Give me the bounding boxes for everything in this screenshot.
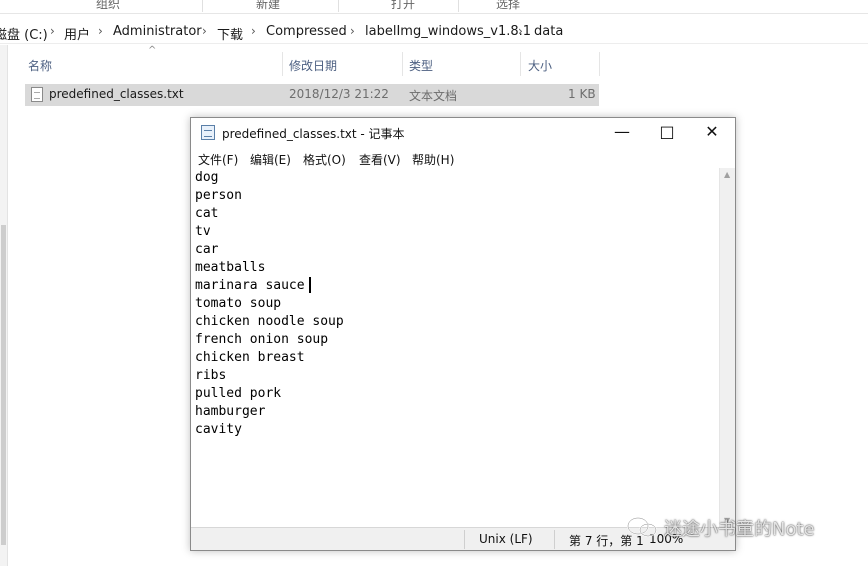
status-divider (554, 530, 555, 549)
column-header-name[interactable]: 名称 (28, 57, 52, 74)
chevron-right-icon[interactable]: › (50, 24, 55, 38)
menu-file[interactable]: 文件(F) (198, 151, 238, 168)
notepad-title: predefined_classes.txt - 记事本 (222, 127, 405, 141)
menu-format[interactable]: 格式(O) (303, 151, 346, 168)
watermark-text: 迷途小书童的Note (664, 519, 815, 540)
notepad-window: predefined_classes.txt - 记事本 — □ ✕ 文件(F)… (190, 117, 736, 551)
nav-scrollbar-thumb[interactable] (1, 225, 6, 545)
notepad-menu-bar: 文件(F) 编辑(E) 格式(O) 查看(V) 帮助(H) (191, 148, 735, 168)
navigation-pane (0, 45, 8, 566)
text-cursor (309, 277, 311, 293)
ribbon-group-open[interactable]: 打开 (385, 0, 421, 12)
breadcrumb-downloads[interactable]: 下载 (217, 24, 243, 43)
text-line: dog (195, 170, 219, 185)
column-header-type[interactable]: 类型 (409, 57, 433, 74)
ribbon-group-select[interactable]: 选择 (490, 0, 526, 12)
column-divider[interactable] (282, 52, 283, 76)
vertical-scrollbar[interactable]: ▲ ▼ (719, 168, 735, 527)
ribbon-divider (458, 0, 459, 12)
chevron-right-icon[interactable]: › (98, 24, 103, 38)
text-line: chicken noodle soup (195, 314, 344, 329)
sort-ascending-icon: ^ (148, 45, 157, 56)
wechat-icon (627, 517, 657, 537)
menu-help[interactable]: 帮助(H) (412, 151, 454, 168)
menu-view[interactable]: 查看(V) (359, 151, 401, 168)
column-header-size[interactable]: 大小 (528, 57, 552, 74)
status-line-ending: Unix (LF) (479, 532, 533, 546)
chevron-right-icon[interactable]: › (518, 24, 523, 38)
text-line: car (195, 242, 219, 257)
text-line: french onion soup (195, 332, 329, 347)
column-divider[interactable] (520, 52, 521, 76)
text-line: meatballs (195, 260, 266, 275)
text-file-icon (31, 87, 43, 102)
breadcrumb-users[interactable]: 用户 (64, 24, 90, 43)
chevron-right-icon[interactable]: › (350, 24, 355, 38)
explorer-ribbon: 组织 新建 打开 选择 (0, 0, 868, 14)
ribbon-divider (338, 0, 339, 12)
file-modified: 2018/12/3 21:22 (289, 87, 389, 101)
address-bar[interactable]: 磁盘 (C:) › 用户 › Administrator › 下载 › Comp… (0, 20, 868, 44)
file-row[interactable]: predefined_classes.txt 2018/12/3 21:22 文… (25, 84, 599, 106)
file-type: 文本文档 (409, 89, 458, 103)
notepad-title-bar[interactable]: predefined_classes.txt - 记事本 — □ ✕ (191, 118, 735, 148)
text-line: hamburger (195, 404, 266, 419)
column-divider[interactable] (402, 52, 403, 76)
text-line: ribs (195, 368, 227, 383)
text-line: marinara sauce (195, 278, 305, 293)
menu-edit[interactable]: 编辑(E) (250, 151, 291, 168)
notepad-text-area[interactable]: dog person cat tv car meatballs marinara… (191, 168, 719, 527)
column-header-modified[interactable]: 修改日期 (289, 57, 337, 74)
maximize-icon[interactable]: □ (644, 118, 690, 148)
text-line: person (195, 188, 242, 203)
text-line: chicken breast (195, 350, 305, 365)
ribbon-divider (202, 0, 203, 12)
chevron-right-icon[interactable]: › (202, 24, 207, 38)
text-line: tv (195, 224, 211, 239)
text-line: cat (195, 206, 219, 221)
breadcrumb-drive[interactable]: 磁盘 (C:) (0, 24, 48, 43)
breadcrumb-data[interactable]: data (534, 24, 563, 39)
text-line: pulled pork (195, 386, 282, 401)
close-icon[interactable]: ✕ (689, 118, 735, 148)
ribbon-group-organize[interactable]: 组织 (90, 0, 126, 12)
status-divider (464, 530, 465, 549)
minimize-icon[interactable]: — (599, 118, 645, 148)
file-name: predefined_classes.txt (49, 87, 184, 101)
breadcrumb-labelimg-folder[interactable]: labelImg_windows_v1.8.1 (365, 24, 531, 39)
notepad-icon[interactable] (201, 125, 215, 140)
text-line: tomato soup (195, 296, 282, 311)
text-line: cavity (195, 422, 242, 437)
breadcrumb-compressed[interactable]: Compressed (266, 24, 347, 39)
chevron-right-icon[interactable]: › (251, 24, 256, 38)
file-size: 1 KB (568, 87, 596, 101)
scroll-up-icon[interactable]: ▲ (724, 170, 730, 179)
breadcrumb-administrator[interactable]: Administrator (113, 24, 202, 39)
ribbon-group-new[interactable]: 新建 (250, 0, 286, 12)
column-divider[interactable] (599, 52, 600, 76)
